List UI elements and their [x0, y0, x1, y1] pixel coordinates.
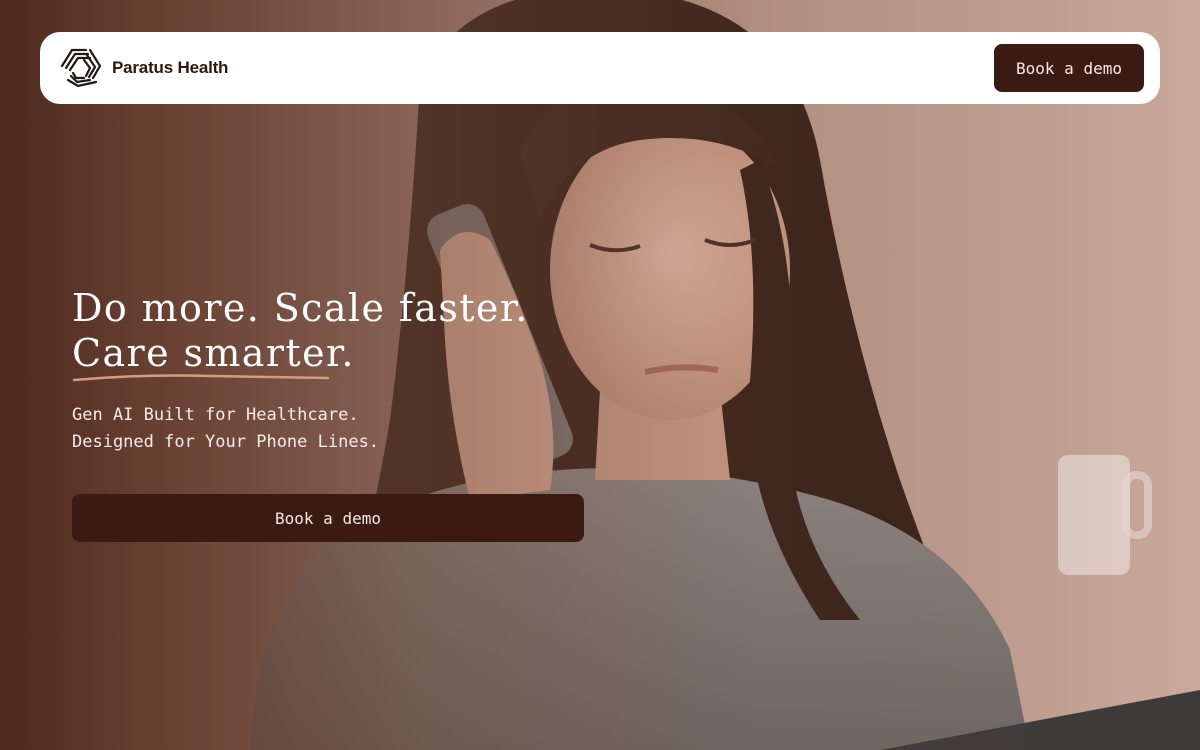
- hero-headline-line-1: Do more. Scale faster.: [72, 286, 529, 330]
- page: Paratus Health Book a demo Do more. Scal…: [0, 0, 1200, 750]
- hero-book-demo-button[interactable]: Book a demo: [72, 494, 584, 542]
- hero-subheading-line-2: Designed for Your Phone Lines.: [72, 432, 380, 452]
- headline-underline-swoosh: [72, 374, 330, 382]
- paratus-logo-icon: [60, 48, 102, 88]
- top-navbar: Paratus Health Book a demo: [40, 32, 1160, 104]
- nav-book-demo-button[interactable]: Book a demo: [994, 44, 1144, 92]
- hero-headline: Do more. Scale faster. Care smarter.: [72, 286, 529, 376]
- brand-name: Paratus Health: [112, 58, 229, 77]
- hero-subheading: Gen AI Built for Healthcare. Designed fo…: [72, 402, 379, 456]
- brand-home-link[interactable]: Paratus Health: [56, 46, 228, 90]
- hero-headline-line-2: Care smarter.: [72, 331, 355, 375]
- hero-subheading-line-1: Gen AI Built for Healthcare.: [72, 405, 359, 425]
